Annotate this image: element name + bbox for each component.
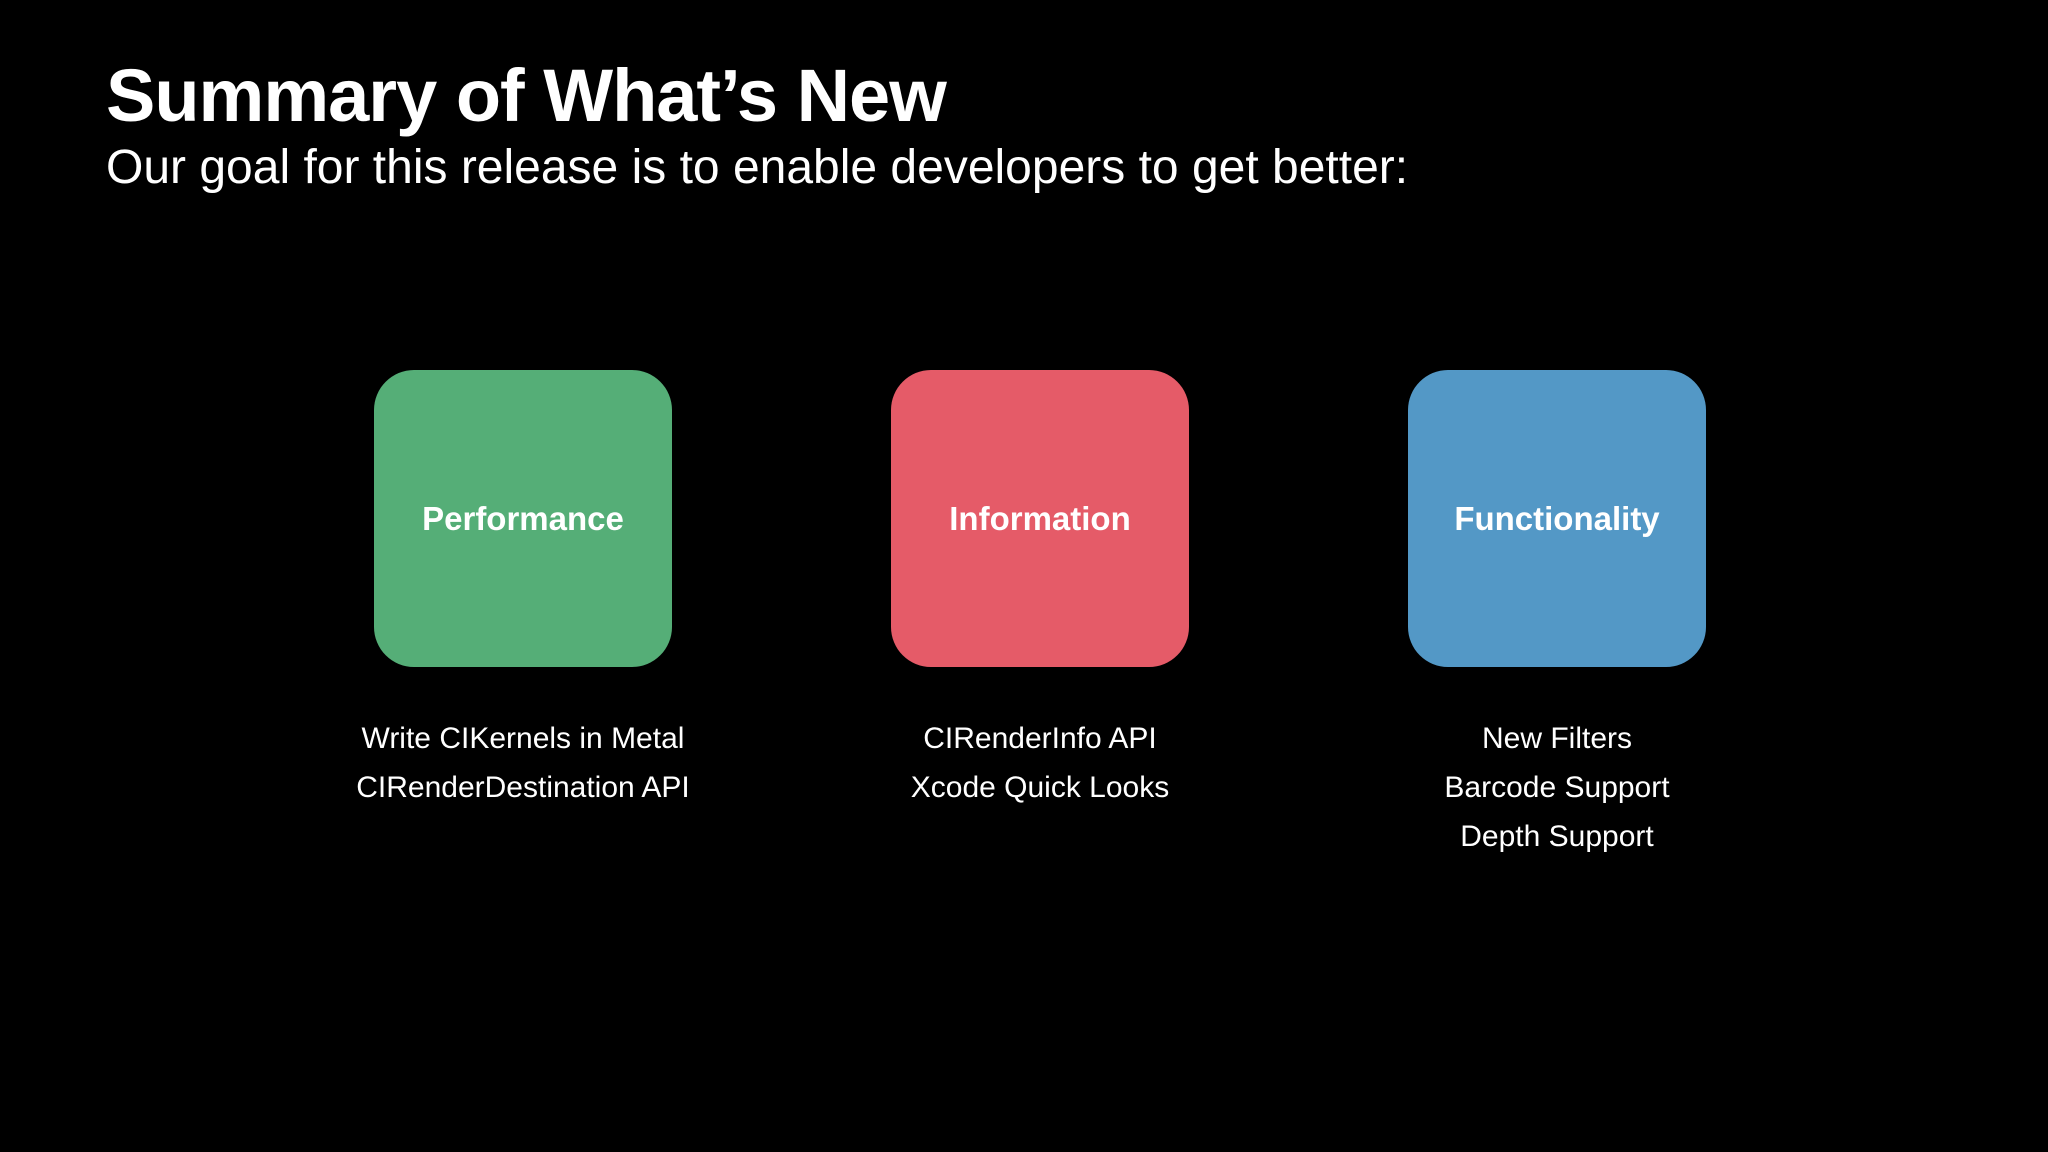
list-item: New Filters [1481,722,1632,755]
list-item: Write CIKernels in Metal [361,722,685,755]
information-items: CIRenderInfo API Xcode Quick Looks [810,714,1270,812]
information-label: Information [949,499,1131,537]
slide: Summary of What’s New Our goal for this … [0,0,2048,1152]
performance-items: Write CIKernels in Metal CIRenderDestina… [293,714,753,812]
list-item: Xcode Quick Looks [910,771,1170,804]
list-item: CIRenderInfo API [923,722,1157,755]
functionality-items: New Filters Barcode Support Depth Suppor… [1327,714,1787,861]
slide-title: Summary of What’s New [106,54,947,137]
list-item: Depth Support [1460,820,1654,853]
functionality-card: Functionality [1408,370,1706,667]
performance-card: Performance [374,370,672,667]
list-item: Barcode Support [1444,771,1670,804]
list-item: CIRenderDestination API [356,771,690,804]
slide-subtitle: Our goal for this release is to enable d… [106,141,1409,194]
information-card: Information [891,370,1189,667]
functionality-label: Functionality [1454,499,1660,537]
performance-label: Performance [422,499,624,537]
